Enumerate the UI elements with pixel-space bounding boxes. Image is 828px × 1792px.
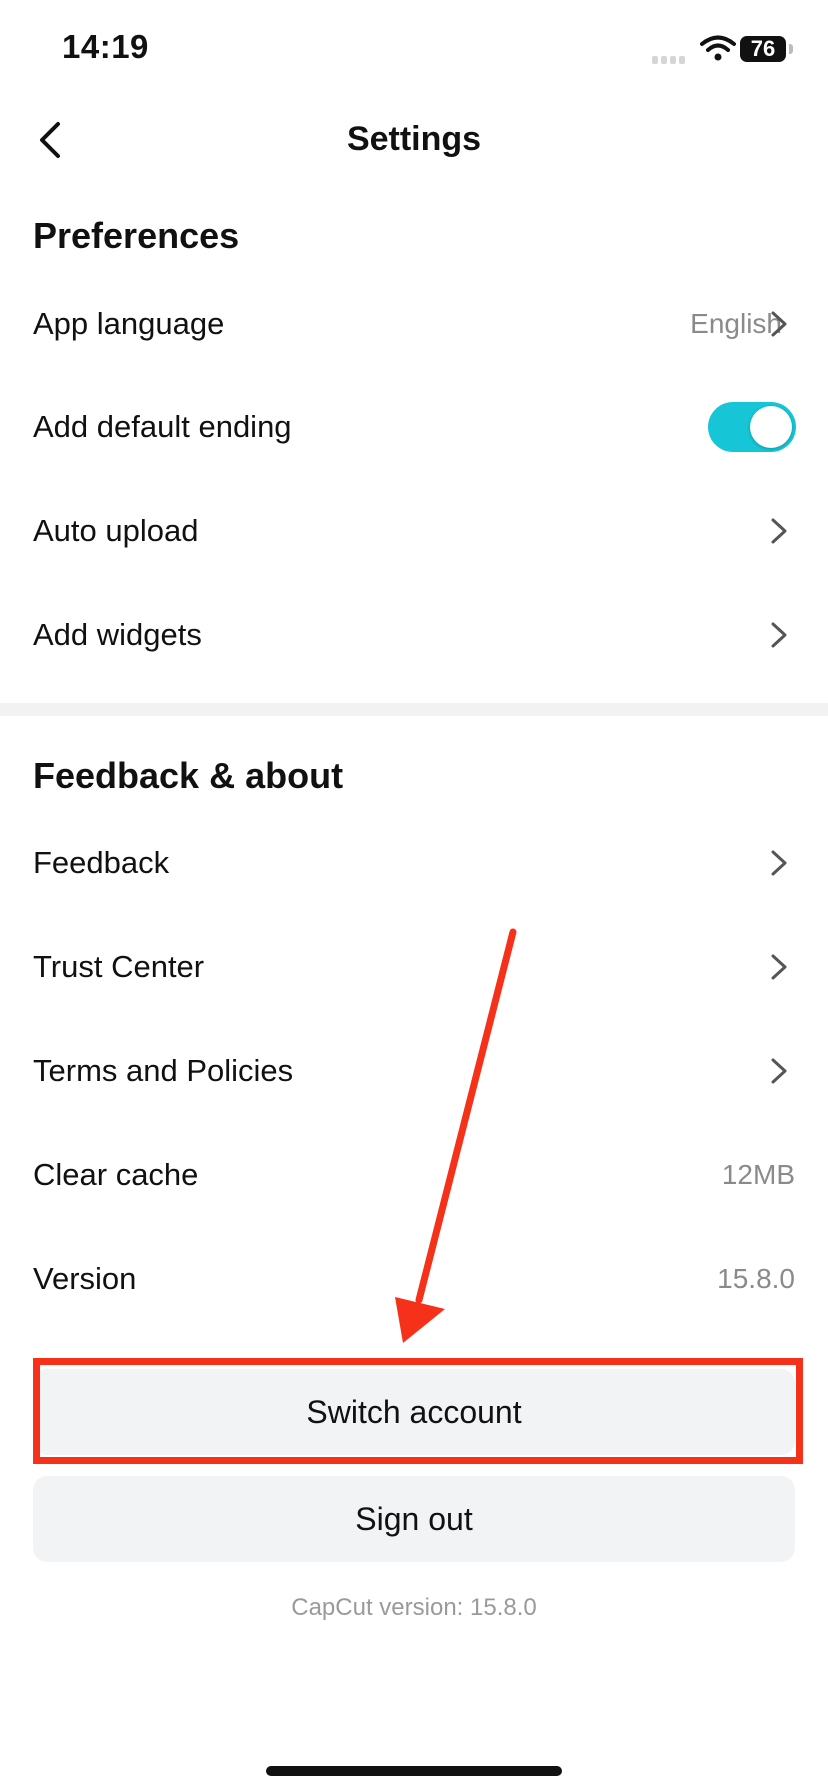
row-label: Feedback <box>33 845 170 880</box>
cellular-signal-icon <box>652 51 688 69</box>
row-label: Clear cache <box>33 1157 199 1192</box>
section-divider <box>0 703 828 716</box>
cache-size-value: 12MB <box>721 1159 795 1190</box>
settings-row-add-widgets[interactable]: Add widgets <box>0 583 828 687</box>
status-bar: 14:19 76 <box>0 0 828 100</box>
row-label: Terms and Policies <box>33 1053 294 1088</box>
page-title: Settings <box>346 120 482 158</box>
chevron-right-icon <box>771 954 787 980</box>
wifi-icon <box>700 35 736 61</box>
row-label: Add widgets <box>33 617 202 652</box>
row-label: Trust Center <box>33 949 205 984</box>
settings-row-version: Version 15.8.0 <box>0 1227 828 1331</box>
settings-row-terms-and-policies[interactable]: Terms and Policies <box>0 1019 828 1123</box>
nav-bar: Settings <box>0 100 828 180</box>
home-indicator[interactable] <box>266 1766 562 1776</box>
toggle-knob <box>750 406 792 448</box>
version-value: 15.8.0 <box>717 1263 795 1294</box>
settings-row-clear-cache[interactable]: Clear cache 12MB <box>0 1123 828 1227</box>
row-label: Auto upload <box>33 513 199 548</box>
settings-row-auto-upload[interactable]: Auto upload <box>0 479 828 583</box>
section-title-feedback-about: Feedback & about <box>33 755 344 796</box>
settings-row-app-language[interactable]: App language English <box>0 272 828 376</box>
settings-row-feedback[interactable]: Feedback <box>0 811 828 915</box>
settings-row-add-default-ending: Add default ending <box>0 375 828 479</box>
section-title-preferences: Preferences <box>33 215 240 256</box>
chevron-right-icon <box>771 311 787 337</box>
chevron-right-icon <box>771 850 787 876</box>
default-ending-toggle[interactable] <box>708 402 796 452</box>
row-label: App language <box>33 306 225 341</box>
status-time: 14:19 <box>62 28 149 65</box>
footer-version-text: CapCut version: 15.8.0 <box>291 1594 537 1621</box>
battery-cap <box>789 44 793 54</box>
switch-account-button[interactable]: Switch account <box>33 1369 795 1455</box>
chevron-right-icon <box>771 622 787 648</box>
settings-row-trust-center[interactable]: Trust Center <box>0 915 828 1019</box>
chevron-right-icon <box>771 518 787 544</box>
battery-icon: 76 <box>740 36 786 62</box>
row-label: Version <box>33 1261 137 1296</box>
sign-out-button[interactable]: Sign out <box>33 1476 795 1562</box>
row-label: Add default ending <box>33 409 292 444</box>
chevron-right-icon <box>771 1058 787 1084</box>
